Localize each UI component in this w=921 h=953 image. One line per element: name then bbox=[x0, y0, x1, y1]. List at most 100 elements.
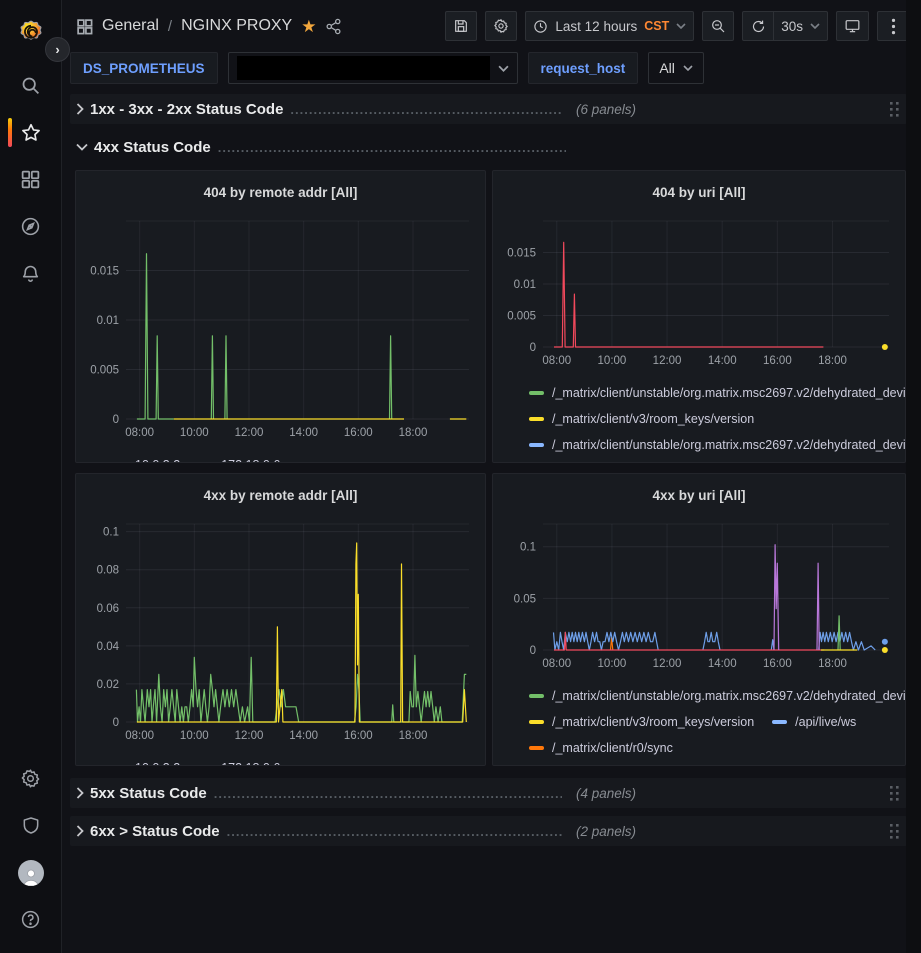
legend-item[interactable]: /_matrix/client/unstable/org.matrix.msc2… bbox=[529, 761, 906, 766]
row-header-1xx-3xx-2xx[interactable]: 1xx - 3xx - 2xx Status Code ............… bbox=[70, 94, 907, 124]
sidebar-item-explore[interactable] bbox=[0, 203, 61, 250]
svg-text:16:00: 16:00 bbox=[344, 427, 373, 439]
clock-icon bbox=[533, 19, 548, 34]
legend-swatch bbox=[529, 391, 544, 395]
time-range-picker[interactable]: Last 12 hours CST bbox=[525, 11, 694, 41]
svg-text:0.1: 0.1 bbox=[520, 542, 536, 554]
svg-text:16:00: 16:00 bbox=[763, 355, 792, 367]
row-drag-handle[interactable] bbox=[890, 824, 899, 839]
search-icon bbox=[20, 75, 41, 96]
time-range-label: Last 12 hours bbox=[555, 19, 637, 34]
toolbar: Last 12 hours CST bbox=[445, 11, 909, 41]
panel-title[interactable]: 404 by remote addr [All] bbox=[84, 171, 477, 213]
refresh-interval-picker[interactable]: 30s bbox=[774, 11, 828, 41]
row-panel-count: (6 panels) bbox=[576, 102, 636, 117]
svg-text:14:00: 14:00 bbox=[708, 355, 737, 367]
legend-label: 10.0.3.2 bbox=[135, 761, 180, 766]
panel-title[interactable]: 4xx by uri [All] bbox=[501, 474, 897, 516]
legend-item[interactable]: /_matrix/client/unstable/org.matrix.msc2… bbox=[529, 683, 906, 709]
datasource-variable-label[interactable]: DS_PROMETHEUS bbox=[70, 52, 218, 84]
svg-text:10:00: 10:00 bbox=[180, 427, 209, 439]
legend-item[interactable]: 10.0.3.2 bbox=[112, 452, 180, 463]
row-drag-handle[interactable] bbox=[890, 102, 899, 117]
svg-text:16:00: 16:00 bbox=[763, 658, 792, 670]
legend-item[interactable]: /_matrix/client/v3/room_keys/version bbox=[529, 458, 754, 463]
svg-text:10:00: 10:00 bbox=[180, 730, 209, 742]
datasource-select[interactable] bbox=[228, 52, 518, 84]
time-series-chart[interactable]: 00.050.108:0010:0012:0014:0016:0018:00 bbox=[501, 516, 897, 681]
row-panel-count: (2 panels) bbox=[576, 824, 636, 839]
favorite-star-icon[interactable]: ★ bbox=[301, 18, 316, 35]
save-dashboard-button[interactable] bbox=[445, 11, 477, 41]
sidebar-item-alerting[interactable] bbox=[0, 250, 61, 297]
more-options-button[interactable] bbox=[877, 11, 909, 41]
legend-label: /_matrix/client/v3/room_keys/version bbox=[552, 412, 754, 426]
request-host-variable-label[interactable]: request_host bbox=[528, 52, 639, 84]
svg-text:12:00: 12:00 bbox=[235, 427, 264, 439]
breadcrumb: General / NGINX PROXY ★ bbox=[76, 17, 342, 35]
svg-text:08:00: 08:00 bbox=[125, 730, 154, 742]
svg-text:18:00: 18:00 bbox=[399, 427, 428, 439]
row-header-6xx[interactable]: 6xx > Status Code ......................… bbox=[70, 816, 907, 846]
panel-4xx-by-remote-addr: 4xx by remote addr [All] 00.020.040.060.… bbox=[75, 473, 486, 766]
timezone-badge: CST bbox=[644, 19, 669, 33]
chart-svg: 00.0050.010.01508:0010:0012:0014:0016:00… bbox=[84, 213, 477, 445]
time-series-chart[interactable]: 00.0050.010.01508:0010:0012:0014:0016:00… bbox=[501, 213, 897, 378]
sidebar-item-starred[interactable] bbox=[0, 109, 61, 156]
monitor-icon bbox=[844, 18, 861, 34]
legend-label: /_matrix/client/unstable/org.matrix.msc2… bbox=[552, 689, 906, 703]
request-host-select[interactable]: All bbox=[648, 52, 704, 84]
legend-item[interactable]: /api/live/ws bbox=[772, 709, 856, 735]
row-title: 1xx - 3xx - 2xx Status Code bbox=[90, 101, 283, 118]
share-icon[interactable] bbox=[325, 18, 342, 35]
legend-item[interactable]: /_matrix/client/unstable/org.matrix.msc2… bbox=[529, 432, 906, 458]
grafana-app: › General / NGINX PROXY ★ bbox=[0, 0, 921, 953]
cycle-view-mode-button[interactable] bbox=[836, 11, 869, 41]
dashboard-settings-button[interactable] bbox=[485, 11, 517, 41]
legend-item[interactable]: 172.18.0.6 bbox=[198, 452, 280, 463]
legend-item[interactable]: /sw.js bbox=[772, 458, 826, 463]
sidebar-expand-button[interactable]: › bbox=[45, 37, 70, 62]
person-icon bbox=[21, 866, 41, 886]
row-header-5xx[interactable]: 5xx Status Code ........................… bbox=[70, 778, 907, 808]
breadcrumb-section[interactable]: General bbox=[102, 17, 159, 35]
time-series-chart[interactable]: 00.0050.010.01508:0010:0012:0014:0016:00… bbox=[84, 213, 477, 450]
chart-svg: 00.0050.010.01508:0010:0012:0014:0016:00… bbox=[501, 213, 897, 373]
legend-item[interactable]: 172.18.0.6 bbox=[198, 755, 280, 766]
row-dots-leader: ........................................… bbox=[218, 140, 566, 155]
svg-text:08:00: 08:00 bbox=[125, 427, 154, 439]
legend-swatch bbox=[772, 720, 787, 724]
svg-text:12:00: 12:00 bbox=[653, 355, 682, 367]
legend-item[interactable]: /_matrix/client/unstable/org.matrix.msc2… bbox=[529, 380, 906, 406]
main-area: General / NGINX PROXY ★ bbox=[62, 0, 921, 953]
refresh-button[interactable] bbox=[742, 11, 774, 41]
panel-title[interactable]: 4xx by remote addr [All] bbox=[84, 474, 477, 516]
row-dots-leader: ........................................… bbox=[290, 102, 562, 117]
svg-text:0.005: 0.005 bbox=[507, 311, 536, 323]
zoom-out-button[interactable] bbox=[702, 11, 734, 41]
dashboard-title[interactable]: NGINX PROXY bbox=[181, 17, 292, 35]
legend-item[interactable]: 10.0.3.2 bbox=[112, 755, 180, 766]
sidebar-item-server-admin[interactable] bbox=[0, 802, 61, 849]
sidebar-item-configuration[interactable] bbox=[0, 755, 61, 802]
legend-item[interactable]: /_matrix/client/r0/sync bbox=[529, 735, 673, 761]
sidebar-item-dashboards[interactable] bbox=[0, 156, 61, 203]
chart-svg: 00.020.040.060.080.108:0010:0012:0014:00… bbox=[84, 516, 477, 748]
sidebar-item-search[interactable] bbox=[0, 62, 61, 109]
row-header-4xx[interactable]: 4xx Status Code ........................… bbox=[70, 132, 907, 162]
sidebar-item-help[interactable] bbox=[0, 896, 61, 943]
kebab-menu-icon bbox=[891, 18, 896, 35]
legend-item[interactable]: /_matrix/client/v3/room_keys/version bbox=[529, 709, 754, 735]
sidebar-item-profile[interactable] bbox=[0, 849, 61, 896]
svg-text:0: 0 bbox=[530, 342, 536, 354]
row-dots-leader: ........................................… bbox=[214, 786, 562, 801]
dashboard-header: General / NGINX PROXY ★ bbox=[62, 0, 921, 52]
row-drag-handle[interactable] bbox=[890, 786, 899, 801]
panel-title[interactable]: 404 by uri [All] bbox=[501, 171, 897, 213]
legend-item[interactable]: /_matrix/client/v3/room_keys/version bbox=[529, 406, 754, 432]
zoom-out-icon bbox=[710, 18, 726, 34]
time-series-chart[interactable]: 00.020.040.060.080.108:0010:0012:0014:00… bbox=[84, 516, 477, 753]
svg-text:0.06: 0.06 bbox=[97, 603, 119, 615]
grafana-logo-icon bbox=[18, 19, 44, 45]
help-icon bbox=[20, 909, 41, 930]
